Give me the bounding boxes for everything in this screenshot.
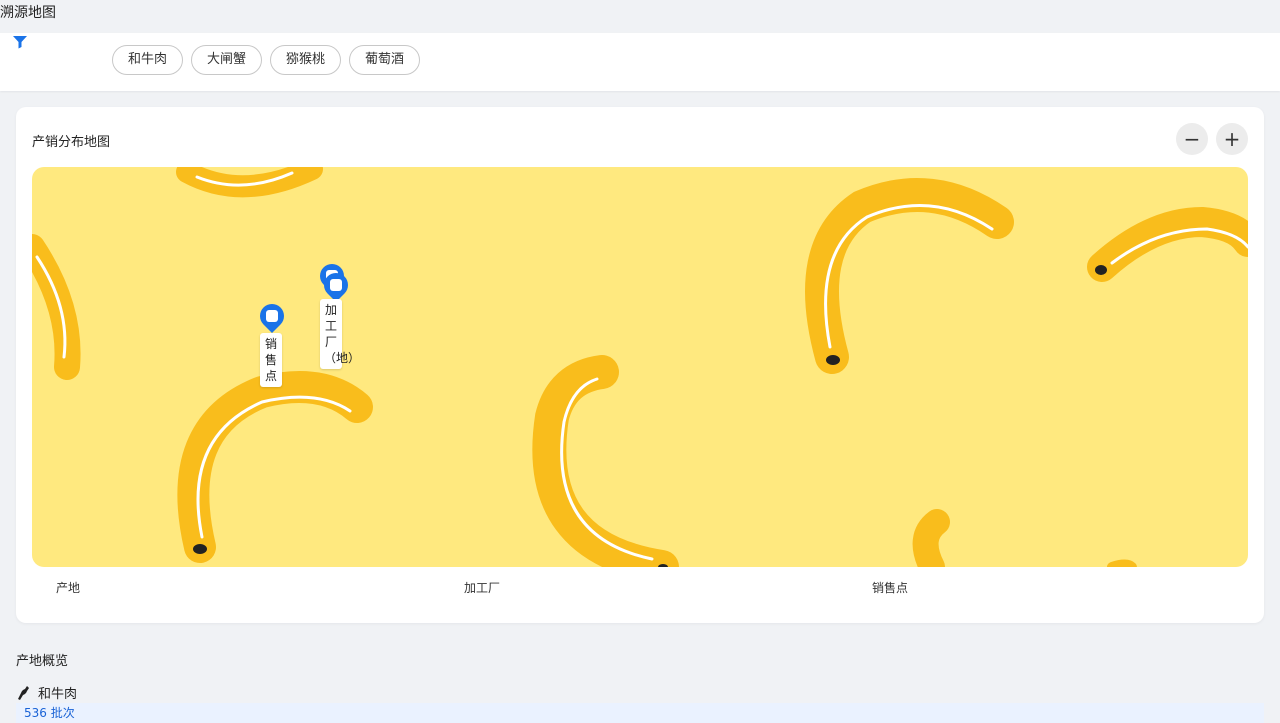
batch-count[interactable]: 536 批次	[16, 703, 1264, 723]
filter-bar: 和牛肉 大闸蟹 猕猴桃 葡萄酒	[0, 33, 1280, 91]
page-title: 溯源地图	[0, 5, 56, 21]
origin-row[interactable]: 和牛肉	[16, 683, 77, 702]
zoom-out-button[interactable]: −	[1176, 123, 1208, 155]
cow-icon	[18, 685, 29, 700]
map-canvas[interactable]: 销售点 加工厂（地）	[32, 167, 1248, 567]
origin-name: 和牛肉	[38, 687, 78, 702]
filter-icon[interactable]	[12, 35, 28, 49]
zoom-in-button[interactable]: +	[1216, 123, 1248, 155]
marker-sale-point-label: 销售点	[260, 333, 282, 387]
marker-factory-label: 加工厂（地）	[320, 299, 360, 369]
overview-title: 产地概览	[16, 654, 69, 669]
map-card: 产销分布地图 − + 销售点 加工厂（地） 产地 加工厂 销售点	[16, 107, 1264, 623]
chip-kiwi[interactable]: 猕猴桃	[270, 45, 342, 75]
map-card-title: 产销分布地图	[32, 135, 111, 150]
marker-sale-point[interactable]: 销售点	[255, 299, 289, 393]
chip-wagyu[interactable]: 和牛肉	[112, 45, 184, 75]
chip-wine[interactable]: 葡萄酒	[349, 45, 421, 75]
shop-icon	[255, 299, 289, 333]
marker-factory[interactable]: 加工厂（地）	[315, 259, 360, 383]
legend-sale-point: 销售点	[872, 581, 909, 595]
map-background-pattern	[32, 167, 1248, 567]
legend-factory: 加工厂	[464, 581, 501, 595]
product-chips: 和牛肉 大闸蟹 猕猴桃 葡萄酒	[112, 45, 421, 75]
legend-origin: 产地	[56, 581, 81, 595]
chip-hairy-crab[interactable]: 大闸蟹	[191, 45, 263, 75]
